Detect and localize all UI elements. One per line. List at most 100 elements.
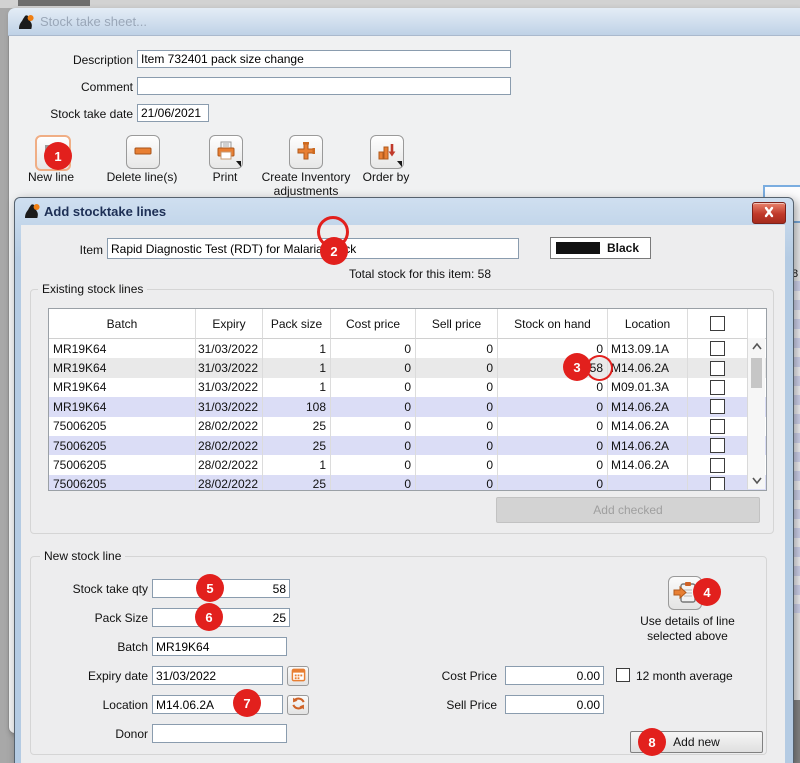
dialog-title: Add stocktake lines <box>44 204 166 219</box>
dialog-msupply-logo-icon <box>22 201 42 221</box>
location-lookup-button[interactable] <box>287 695 309 715</box>
donor-field[interactable] <box>152 724 287 743</box>
existing-stock-lines-label: Existing stock lines <box>38 282 147 296</box>
order-by-button[interactable] <box>370 135 404 169</box>
delete-lines-label: Delete line(s) <box>103 170 181 184</box>
cost-price-field[interactable] <box>505 666 604 685</box>
description-label: Description <box>25 53 133 67</box>
donor-label: Donor <box>40 727 148 741</box>
stock-take-date-label: Stock take date <box>25 107 133 121</box>
table-row[interactable]: 75006205 28/02/2022 25 0 0 0 M14.06.2A <box>49 417 766 436</box>
color-swatch <box>556 242 600 254</box>
new-line-label: New line <box>20 170 82 184</box>
close-icon <box>762 206 776 221</box>
table-row[interactable]: MR19K64 31/03/2022 1 0 0 0 M13.09.1A <box>49 339 766 358</box>
comment-field[interactable] <box>137 77 511 95</box>
twelve-month-average-checkbox[interactable] <box>616 668 630 682</box>
column-header-cost-price[interactable]: Cost price <box>331 309 416 339</box>
screen: Stock take sheet... Description Comment … <box>0 0 800 763</box>
column-header-expiry[interactable]: Expiry <box>196 309 263 339</box>
create-inventory-label-line1: Create Inventory <box>255 170 357 184</box>
delete-lines-icon <box>131 139 155 166</box>
location-label: Location <box>40 698 148 712</box>
refresh-icon <box>291 696 306 714</box>
column-header-stock-on-hand[interactable]: Stock on hand <box>498 309 608 339</box>
print-button[interactable] <box>209 135 243 169</box>
calendar-button[interactable] <box>287 666 309 686</box>
expiry-date-field[interactable] <box>152 666 283 685</box>
main-window-title: Stock take sheet... <box>40 14 147 29</box>
table-row[interactable]: 75006205 28/02/2022 25 0 0 0 <box>49 475 766 491</box>
row-checkbox[interactable] <box>710 477 725 491</box>
column-header-location[interactable]: Location <box>608 309 688 339</box>
row-checkbox[interactable] <box>710 341 725 356</box>
scroll-up-icon[interactable] <box>751 341 763 353</box>
print-label: Print <box>199 170 251 184</box>
row-checkbox[interactable] <box>710 380 725 395</box>
column-header-pack-size[interactable]: Pack size <box>263 309 331 339</box>
batch-label: Batch <box>40 640 148 654</box>
callout-3: 3 <box>563 353 591 381</box>
location-field[interactable] <box>152 695 283 714</box>
callout-4: 4 <box>693 578 721 606</box>
table-row[interactable]: MR19K64 31/03/2022 1 0 0 58 M14.06.2A <box>49 358 766 377</box>
use-details-caption: Use details of line selected above <box>610 614 765 644</box>
row-checkbox[interactable] <box>710 438 725 453</box>
background-list-rows-fragment <box>793 281 800 613</box>
background-bottom-fragment <box>793 700 800 763</box>
desktop-top-strip <box>0 0 800 8</box>
callout-1: 1 <box>44 142 72 170</box>
table-row[interactable]: 75006205 28/02/2022 25 0 0 0 M14.06.2A <box>49 436 766 455</box>
column-header-batch[interactable]: Batch <box>49 309 196 339</box>
sell-price-field[interactable] <box>505 695 604 714</box>
background-window-body-fragment <box>793 613 800 700</box>
callout-2: 2 <box>320 237 348 265</box>
print-icon <box>214 139 238 166</box>
item-field[interactable] <box>107 238 519 259</box>
scrollbar-thumb[interactable] <box>751 358 762 388</box>
column-header-sell-price[interactable]: Sell price <box>416 309 498 339</box>
delete-lines-button[interactable] <box>126 135 160 169</box>
callout-8: 8 <box>638 728 666 756</box>
cost-price-label: Cost Price <box>397 669 497 683</box>
color-name: Black <box>607 241 639 255</box>
calendar-icon <box>291 667 306 685</box>
callout-6: 6 <box>195 603 223 631</box>
header-checkbox[interactable] <box>710 316 725 331</box>
stock-take-date-field[interactable] <box>137 104 209 122</box>
order-by-dropdown-triangle <box>397 161 402 167</box>
twelve-month-average-label: 12 month average <box>636 669 733 683</box>
table-row[interactable]: MR19K64 31/03/2022 108 0 0 0 M14.06.2A <box>49 397 766 416</box>
row-checkbox[interactable] <box>710 361 725 376</box>
column-header-checkbox <box>688 309 748 339</box>
create-inventory-label-line2: adjustments <box>255 184 357 198</box>
stock-take-qty-label: Stock take qty <box>40 582 148 596</box>
table-row[interactable]: MR19K64 31/03/2022 1 0 0 0 M09.01.3A <box>49 378 766 397</box>
description-field[interactable] <box>137 50 511 68</box>
pack-size-label: Pack Size <box>40 611 148 625</box>
add-checked-button[interactable]: Add checked <box>496 497 760 523</box>
order-by-label: Order by <box>358 170 414 184</box>
row-checkbox[interactable] <box>710 399 725 414</box>
batch-field[interactable] <box>152 637 287 656</box>
table-scrollbar[interactable] <box>747 338 765 489</box>
row-checkbox[interactable] <box>710 419 725 434</box>
close-button[interactable] <box>752 202 786 224</box>
callout-7: 7 <box>233 689 261 717</box>
stock-table-body: MR19K64 31/03/2022 1 0 0 0 M13.09.1A MR1… <box>49 339 766 491</box>
order-by-icon <box>375 139 399 166</box>
item-label: Item <box>55 243 103 257</box>
table-header-row: Batch Expiry Pack size Cost price Sell p… <box>49 309 766 339</box>
new-stock-line-label: New stock line <box>40 549 125 563</box>
item-color-selector[interactable]: Black <box>550 237 651 259</box>
sell-price-label: Sell Price <box>397 698 497 712</box>
msupply-logo-icon <box>16 12 36 32</box>
comment-label: Comment <box>25 80 133 94</box>
create-inventory-adjustments-button[interactable] <box>289 135 323 169</box>
table-row[interactable]: 75006205 28/02/2022 1 0 0 0 M14.06.2A <box>49 455 766 474</box>
stock-lines-table: Batch Expiry Pack size Cost price Sell p… <box>48 308 767 491</box>
callout-5: 5 <box>196 574 224 602</box>
scroll-down-icon[interactable] <box>751 474 763 486</box>
row-checkbox[interactable] <box>710 458 725 473</box>
total-stock-text: Total stock for this item: 58 <box>270 267 570 281</box>
